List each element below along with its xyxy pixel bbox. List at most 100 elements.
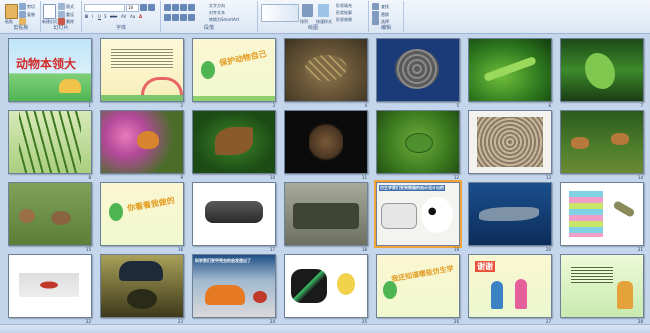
slide-thumbnail[interactable]	[284, 38, 368, 102]
layout-icon[interactable]	[58, 3, 65, 10]
replace-label[interactable]: 替换	[381, 12, 389, 17]
text-block	[571, 265, 613, 283]
slide-thumbnail[interactable]	[284, 254, 368, 318]
ribbon-group-slides: 新建幻灯片 版式 重设 删除 幻灯片	[41, 1, 82, 32]
new-slide-icon[interactable]	[43, 4, 56, 19]
slide-thumbnail[interactable]	[560, 110, 644, 174]
butterfly-photo	[137, 131, 159, 149]
slide-title: 科学家们受甲壳虫的启发造出了	[195, 258, 251, 263]
align-center-icon[interactable]	[172, 14, 179, 21]
numbering-icon[interactable]	[172, 4, 179, 11]
italic-button[interactable]: I	[92, 14, 93, 19]
slide-thumbnail[interactable]	[376, 38, 460, 102]
slide-number: 11	[361, 175, 367, 180]
shape-outline-label[interactable]: 形状轮廓	[336, 10, 352, 15]
pangolin-photo	[395, 49, 439, 89]
find-icon[interactable]	[372, 3, 379, 10]
ladybug-photo	[253, 291, 267, 303]
ribbon-group-paragraph: 文字方向 对齐文本 转换为SmartArt 段落	[161, 1, 258, 32]
slide-thumbnail[interactable]	[468, 182, 552, 246]
slide-thumbnail[interactable]: 动物本领大	[8, 38, 92, 102]
duck-image	[337, 273, 355, 295]
slide-title: 动物本领大	[16, 57, 77, 71]
layout-label[interactable]: 版式	[66, 4, 74, 9]
slide-thumbnail[interactable]	[560, 182, 644, 246]
copy-icon[interactable]	[19, 11, 26, 18]
align-right-icon[interactable]	[180, 14, 187, 21]
ribbon-group-font: 18 B I U S abc AV Aa A 字体	[82, 1, 161, 32]
slide-thumbnail[interactable]	[284, 110, 368, 174]
align-text-label[interactable]: 对齐文本	[209, 10, 225, 15]
drawing-group-label: 绘图	[307, 25, 318, 31]
align-left-icon[interactable]	[164, 14, 171, 21]
slide-thumbnail[interactable]	[8, 182, 92, 246]
shrink-font-icon[interactable]	[148, 4, 155, 11]
cut-label[interactable]: 剪切	[27, 4, 35, 9]
slide-thumbnail[interactable]	[376, 110, 460, 174]
bullets-icon[interactable]	[164, 4, 171, 11]
slide-thumbnail[interactable]	[560, 254, 644, 318]
char-spacing-button[interactable]: AV	[121, 14, 126, 19]
slide-thumbnail[interactable]	[100, 254, 184, 318]
slide-thumbnail[interactable]: 谢谢	[468, 254, 552, 318]
reset-icon[interactable]	[58, 11, 65, 18]
font-color-button[interactable]: A	[139, 14, 142, 19]
font-name-field[interactable]	[84, 4, 125, 12]
beetle-car-photo	[119, 261, 163, 281]
slide-number: 20	[545, 247, 551, 252]
slide-thumbnail[interactable]	[284, 182, 368, 246]
slide-thumbnail[interactable]: 科学家们受甲壳虫的启发造出了	[192, 254, 276, 318]
reset-label[interactable]: 重设	[66, 12, 74, 17]
slide-thumbnail[interactable]	[192, 182, 276, 246]
bold-button[interactable]: B	[85, 14, 88, 19]
slide-thumbnail[interactable]	[192, 110, 276, 174]
slide-number: 2	[180, 103, 183, 108]
paste-icon[interactable]	[5, 4, 18, 19]
shape-effects-label[interactable]: 形状效果	[336, 17, 352, 22]
grow-font-icon[interactable]	[140, 4, 147, 11]
convert-smartart-label[interactable]: 转换为SmartArt	[209, 17, 239, 22]
hedgehog-photo	[477, 117, 543, 167]
replace-icon[interactable]	[372, 11, 379, 18]
decrease-indent-icon[interactable]	[180, 4, 187, 11]
shadow-button[interactable]: S	[104, 14, 107, 19]
slide-thumbnail[interactable]	[8, 254, 92, 318]
tortoise-photo	[305, 55, 347, 81]
change-case-button[interactable]: Aa	[130, 14, 135, 19]
color-samples-image	[569, 191, 603, 237]
strikethrough-button[interactable]: abc	[110, 14, 117, 19]
slide-thumbnail[interactable]: 我还知道哪些仿生学	[376, 254, 460, 318]
font-size-field[interactable]: 18	[126, 4, 139, 12]
slide-title: 你看看我做的	[126, 195, 176, 214]
find-label[interactable]: 查找	[381, 4, 389, 9]
copy-label[interactable]: 复制	[27, 12, 35, 17]
slide-thumbnail[interactable]	[100, 38, 184, 102]
increase-indent-icon[interactable]	[188, 4, 195, 11]
dragonfly-helicopter-image	[19, 273, 79, 297]
slide-thumbnail[interactable]	[468, 38, 552, 102]
slide-thumbnail[interactable]	[8, 110, 92, 174]
slide-thumbnail[interactable]: 保护动物自己	[192, 38, 276, 102]
arrange-icon[interactable]	[302, 4, 313, 17]
children-cartoon-image	[491, 281, 503, 309]
slide-number: 9	[180, 175, 183, 180]
shape-fill-label[interactable]: 形状填充	[336, 3, 352, 8]
slide-thumbnail[interactable]: 你看看我做的	[100, 182, 184, 246]
shark-photo	[479, 207, 539, 221]
slide-thumbnail[interactable]	[100, 110, 184, 174]
slide-thumbnail[interactable]	[560, 38, 644, 102]
slides-group-label: 幻灯片	[53, 25, 69, 31]
chameleon-photo	[585, 53, 615, 89]
quick-styles-icon[interactable]	[318, 4, 329, 17]
slide-thumbnail-selected[interactable]: 仿生学家们受到熊猫的启示设计出的	[374, 180, 462, 248]
shapes-gallery-icon[interactable]	[261, 4, 299, 22]
justify-icon[interactable]	[188, 14, 195, 21]
ribbon-group-editing: 查找 替换 选择 编辑	[369, 1, 404, 32]
underline-button[interactable]: U	[98, 14, 101, 19]
text-direction-label[interactable]: 文字方向	[209, 3, 225, 8]
cut-icon[interactable]	[19, 3, 26, 10]
frog-photo	[405, 133, 433, 153]
slide-number: 16	[177, 247, 183, 252]
animal-cartoon-image	[59, 79, 81, 93]
slide-thumbnail[interactable]	[468, 110, 552, 174]
